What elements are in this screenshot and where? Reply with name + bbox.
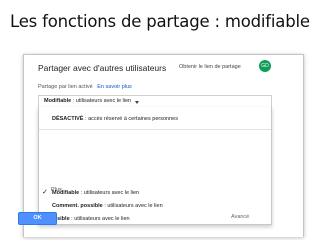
menu-item-desc: : utilisateurs avec le lien bbox=[102, 203, 163, 209]
link-icon[interactable]: GD bbox=[259, 60, 271, 72]
menu-divider bbox=[39, 129, 271, 130]
menu-item-desc: : accès réservé à certaines personnes bbox=[83, 116, 178, 122]
dialog-title: Partager avec d'autres utilisateurs bbox=[38, 63, 167, 73]
share-dialog: Partager avec d'autres utilisateurs Obte… bbox=[23, 54, 304, 237]
sharing-level-selected: Modifiable : utilisateurs avec le lien bbox=[44, 98, 131, 104]
link-sharing-label: Partage par lien activé bbox=[38, 84, 93, 90]
more-options-link[interactable]: Plus... bbox=[51, 187, 66, 193]
selected-level-name: Modifiable bbox=[44, 98, 72, 104]
advanced-link[interactable]: Avancé bbox=[231, 214, 249, 220]
menu-item-commentable[interactable]: Comment. possible : utilisateurs avec le… bbox=[52, 203, 163, 209]
menu-item-desc: : utilisateurs avec le lien bbox=[69, 216, 130, 222]
menu-item-name: Comment. possible bbox=[52, 203, 103, 209]
ok-button[interactable]: OK bbox=[18, 212, 57, 225]
slide-title: Les fonctions de partage : modifiable bbox=[10, 12, 310, 31]
learn-more-link[interactable]: En savoir plus bbox=[97, 84, 132, 90]
selected-level-desc: : utilisateurs avec le lien bbox=[71, 98, 132, 104]
sharing-level-menu: DÉSACTIVÉ : accès réservé à certaines pe… bbox=[38, 107, 272, 225]
chevron-down-icon[interactable] bbox=[135, 101, 139, 104]
check-icon: ✓ bbox=[42, 189, 48, 196]
menu-item-off[interactable]: DÉSACTIVÉ : accès réservé à certaines pe… bbox=[52, 116, 178, 122]
menu-item-name: DÉSACTIVÉ bbox=[52, 116, 84, 122]
get-share-link-button[interactable]: Obtenir le lien de partage bbox=[179, 64, 241, 70]
link-sharing-status: Partage par lien activé En savoir plus bbox=[38, 84, 132, 90]
menu-item-desc: : utilisateurs avec le lien bbox=[79, 190, 140, 196]
menu-item-viewable[interactable]: Visible : utilisateurs avec le lien bbox=[52, 216, 130, 222]
